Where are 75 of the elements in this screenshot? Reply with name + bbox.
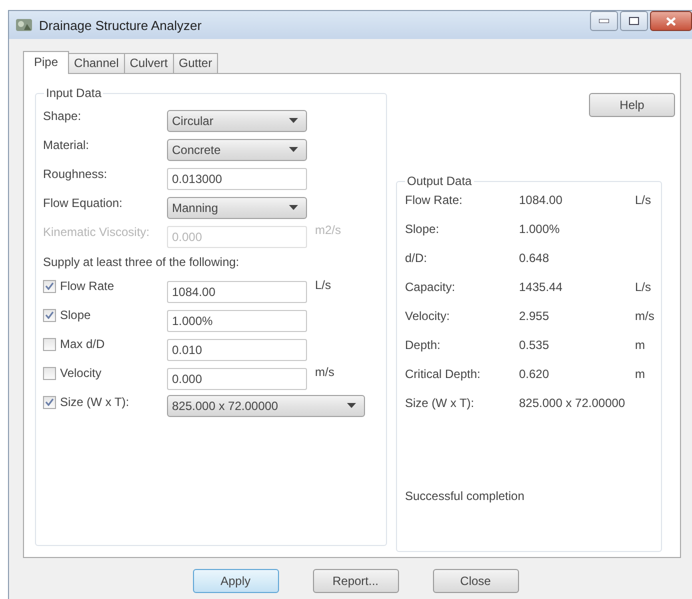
- tab[interactable]: Gutter: [172, 53, 218, 73]
- help-button[interactable]: Help: [589, 93, 675, 117]
- checkbox-label: Size (W x T):: [60, 395, 130, 409]
- unit-label: m2/s: [314, 222, 342, 237]
- close-button[interactable]: [650, 11, 692, 31]
- field-label: Shape:: [43, 108, 82, 123]
- checkbox[interactable]: [43, 396, 56, 408]
- minimize-icon: [599, 19, 609, 23]
- output-label: Depth:: [405, 338, 442, 352]
- check-icon: [45, 398, 54, 406]
- unit-label: m: [635, 367, 646, 381]
- dialog-button[interactable]: Apply: [192, 569, 278, 593]
- unit-label: m: [635, 338, 646, 352]
- unit-label: m/s: [635, 309, 656, 323]
- checkbox-label: Slope: [60, 308, 91, 322]
- dropdown[interactable]: Circular: [167, 110, 307, 132]
- output-value: 1435.44: [519, 280, 564, 294]
- output-value: 2.955: [519, 309, 550, 323]
- input-field[interactable]: 1084.00: [167, 280, 307, 302]
- output-label: Velocity:: [405, 309, 451, 323]
- field-label: Roughness:: [43, 166, 108, 181]
- check-icon: [45, 311, 54, 319]
- field-label: Flow Equation:: [43, 195, 124, 210]
- field-label: Material:: [43, 137, 90, 152]
- minimize-button[interactable]: [590, 11, 618, 31]
- unit-label: L/s: [314, 277, 332, 292]
- output-value: 825.000 x 72.00000: [519, 396, 626, 410]
- output-value: 1.000%: [519, 222, 561, 236]
- dropdown[interactable]: Manning: [167, 196, 307, 218]
- checkbox-label: Flow Rate: [60, 279, 114, 293]
- output-value: 0.648: [519, 251, 550, 265]
- tab[interactable]: Pipe: [23, 51, 70, 74]
- maximize-button[interactable]: [620, 11, 648, 31]
- app-icon: [15, 17, 33, 33]
- checkbox[interactable]: [43, 308, 56, 322]
- output-value: 1084.00: [519, 193, 564, 207]
- checkbox[interactable]: [43, 366, 56, 380]
- output-label: Size (W x T):: [405, 396, 476, 410]
- group-title: Input Data: [44, 86, 104, 100]
- field-label: Kinematic Viscosity:: [43, 224, 150, 239]
- dialog-button[interactable]: Report...: [312, 569, 398, 593]
- instruction-text: Supply at least three of the following:: [43, 254, 240, 271]
- output-label: Slope:: [405, 222, 440, 236]
- checkbox-label: Max d/D: [60, 337, 105, 351]
- dialog-button[interactable]: Close: [432, 569, 518, 593]
- checkbox-label: Velocity: [60, 366, 102, 380]
- caret-icon: [289, 118, 298, 123]
- checkbox[interactable]: [43, 338, 56, 350]
- output-label: Capacity:: [405, 280, 456, 294]
- caret-icon: [289, 205, 298, 210]
- unit-label: L/s: [635, 193, 652, 207]
- unit-label: m/s: [314, 364, 336, 379]
- group-title: Output Data: [405, 174, 474, 188]
- input-field[interactable]: 0.000: [167, 368, 307, 390]
- caret-icon: [289, 147, 298, 152]
- dropdown[interactable]: Concrete: [167, 138, 307, 160]
- tab[interactable]: Channel: [68, 53, 125, 73]
- status-message: Successful completion: [405, 489, 526, 503]
- check-icon: [45, 282, 54, 290]
- output-value: 0.620: [519, 367, 550, 381]
- caret-icon: [347, 403, 356, 408]
- input-field[interactable]: 0.010: [167, 338, 307, 360]
- output-label: d/D:: [405, 251, 428, 265]
- output-label: Critical Depth:: [405, 367, 482, 381]
- output-label: Flow Rate:: [405, 193, 464, 207]
- input-field[interactable]: 1.000%: [167, 310, 307, 332]
- window-title: Drainage Structure Analyzer: [39, 18, 202, 32]
- unit-label: L/s: [635, 280, 652, 294]
- checkbox[interactable]: [43, 280, 56, 292]
- tab[interactable]: Culvert: [124, 53, 174, 73]
- close-icon: [666, 16, 676, 26]
- input-field[interactable]: 0.013000: [167, 168, 307, 190]
- output-value: 0.535: [519, 338, 550, 352]
- maximize-icon: [629, 17, 639, 25]
- dropdown[interactable]: 825.000 x 72.00000: [167, 394, 365, 417]
